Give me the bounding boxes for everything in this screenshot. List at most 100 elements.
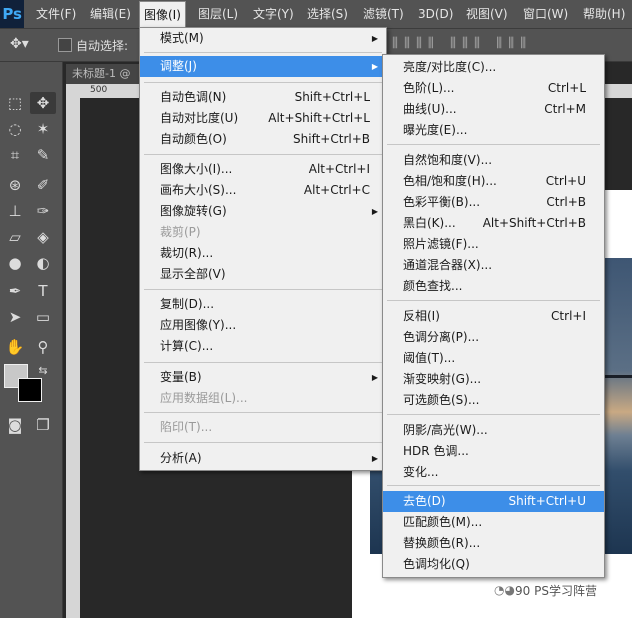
- image-menu-item-label: 裁剪(P): [160, 225, 201, 239]
- adjust-menu-item[interactable]: 反相(I) Ctrl+I: [383, 306, 604, 327]
- magic-wand-icon[interactable]: ✶: [30, 118, 56, 140]
- adjust-menu-item[interactable]: 照片滤镜(F)...: [383, 234, 604, 255]
- image-menu-item[interactable]: 裁切(R)...: [140, 243, 386, 264]
- screen-mode-icon[interactable]: ❐: [30, 414, 56, 436]
- stamp-icon[interactable]: ⊥: [2, 200, 28, 222]
- image-menu-item-label: 应用图像(Y)...: [160, 318, 237, 332]
- adjust-menu-item[interactable]: 替换颜色(R)...: [383, 533, 604, 554]
- healing-icon[interactable]: ⊛: [2, 174, 28, 196]
- adjust-menu-item-label: 渐变映射(G)...: [403, 372, 482, 386]
- adjust-menu-item-shortcut: Shift+Ctrl+U: [508, 494, 586, 508]
- align-icons[interactable]: ⫼⫼⫼⫼⫼ ⫼⫼⫼ ⫼⫼⫼: [380, 36, 532, 51]
- image-menu-item[interactable]: 分析(A) ▶: [140, 448, 386, 469]
- adjust-menu-item[interactable]: 去色(D) Shift+Ctrl+U: [383, 491, 604, 512]
- pen-icon[interactable]: ✒: [2, 280, 28, 302]
- image-menu-item[interactable]: 图像大小(I)... Alt+Ctrl+I: [140, 159, 386, 180]
- image-menu-item[interactable]: 计算(C)...: [140, 336, 386, 357]
- adjust-menu-item[interactable]: 曲线(U)... Ctrl+M: [383, 99, 604, 120]
- lasso-icon[interactable]: ◌: [2, 118, 28, 140]
- menu-file[interactable]: 文件(F): [36, 0, 76, 28]
- adjust-menu-item-label: 匹配颜色(M)...: [403, 515, 483, 529]
- adjust-menu-item[interactable]: 渐变映射(G)...: [383, 369, 604, 390]
- image-menu-item[interactable]: 模式(M) ▶: [140, 28, 386, 49]
- adjust-menu-item[interactable]: 阈值(T)...: [383, 348, 604, 369]
- menu-separator: [144, 442, 382, 443]
- adjust-menu-item-label: 阴影/高光(W)...: [403, 423, 488, 437]
- adjust-menu-item[interactable]: 阴影/高光(W)...: [383, 420, 604, 441]
- crop-icon[interactable]: ⌗: [2, 144, 28, 166]
- adjust-menu-item[interactable]: 变化...: [383, 462, 604, 483]
- rectangle-icon[interactable]: ▭: [30, 306, 56, 328]
- ruler-mark: 500: [90, 85, 108, 95]
- dodge-icon[interactable]: ◐: [30, 252, 56, 274]
- image-menu-item[interactable]: 自动色调(N) Shift+Ctrl+L: [140, 87, 386, 108]
- image-menu-item-label: 复制(D)...: [160, 297, 215, 311]
- menu-edit[interactable]: 编辑(E): [90, 0, 131, 28]
- adjust-menu-item[interactable]: 色调分离(P)...: [383, 327, 604, 348]
- image-menu-item-shortcut: Alt+Ctrl+I: [308, 162, 370, 176]
- image-menu-item[interactable]: 变量(B) ▶: [140, 367, 386, 388]
- adjust-menu-item[interactable]: 颜色查找...: [383, 276, 604, 297]
- adjust-menu-item[interactable]: 色相/饱和度(H)... Ctrl+U: [383, 171, 604, 192]
- menu-view[interactable]: 视图(V): [466, 0, 508, 28]
- menu-type[interactable]: 文字(Y): [253, 0, 294, 28]
- image-menu-item[interactable]: 画布大小(S)... Alt+Ctrl+C: [140, 180, 386, 201]
- adjust-menu-item[interactable]: 通道混合器(X)...: [383, 255, 604, 276]
- image-menu-item[interactable]: 复制(D)...: [140, 294, 386, 315]
- image-menu-item-label: 裁切(R)...: [160, 246, 214, 260]
- type-icon[interactable]: T: [30, 280, 56, 302]
- adjust-menu-item-label: 色彩平衡(B)...: [403, 195, 481, 209]
- adjust-menu-item[interactable]: 色彩平衡(B)... Ctrl+B: [383, 192, 604, 213]
- history-brush-icon[interactable]: ✑: [30, 200, 56, 222]
- image-menu-item: 裁剪(P): [140, 222, 386, 243]
- zoom-icon[interactable]: ⚲: [30, 336, 56, 358]
- document-tab[interactable]: 未标题-1 @: [66, 64, 140, 84]
- adjust-submenu: 亮度/对比度(C)... 色阶(L)... Ctrl+L 曲线(U)... Ctrl+M…: [382, 54, 605, 578]
- menu-window[interactable]: 窗口(W): [523, 0, 568, 28]
- marquee-icon[interactable]: ⬚: [2, 92, 28, 114]
- image-menu-item[interactable]: 图像旋转(G) ▶: [140, 201, 386, 222]
- image-menu: 模式(M) ▶ 调整(J) ▶ 自动色调(N) Shift+Ctrl+L 自动对比度(U) A…: [139, 27, 387, 471]
- adjust-menu-item[interactable]: 色阶(L)... Ctrl+L: [383, 78, 604, 99]
- adjust-menu-item[interactable]: 色调均化(Q): [383, 554, 604, 575]
- menu-help[interactable]: 帮助(H): [583, 0, 625, 28]
- adjust-menu-item[interactable]: HDR 色调...: [383, 441, 604, 462]
- eraser-icon[interactable]: ▱: [2, 226, 28, 248]
- blur-icon[interactable]: ●: [2, 252, 28, 274]
- auto-select-checkbox[interactable]: [58, 38, 72, 52]
- move-icon[interactable]: ✥: [30, 92, 56, 114]
- menu-filter[interactable]: 滤镜(T): [363, 0, 404, 28]
- adjust-menu-item[interactable]: 可选颜色(S)...: [383, 390, 604, 411]
- adjust-menu-item[interactable]: 自然饱和度(V)...: [383, 150, 604, 171]
- image-menu-item-label: 模式(M): [160, 31, 204, 45]
- paint-bucket-icon[interactable]: ◈: [30, 226, 56, 248]
- image-menu-item[interactable]: 自动对比度(U) Alt+Shift+Ctrl+L: [140, 108, 386, 129]
- hand-icon[interactable]: ✋: [2, 336, 28, 358]
- image-menu-item[interactable]: 显示全部(V): [140, 264, 386, 285]
- image-menu-item[interactable]: 自动颜色(O) Shift+Ctrl+B: [140, 129, 386, 150]
- menu-separator: [387, 300, 600, 301]
- menu-image[interactable]: 图像(I): [139, 1, 186, 29]
- adjust-menu-item-shortcut: Ctrl+U: [545, 174, 586, 188]
- swap-colors-icon[interactable]: ⇆: [30, 360, 56, 382]
- adjust-menu-item[interactable]: 匹配颜色(M)...: [383, 512, 604, 533]
- adjust-menu-item[interactable]: 曝光度(E)...: [383, 120, 604, 141]
- move-tool-icon[interactable]: ✥▾: [10, 36, 29, 52]
- adjust-menu-item-label: 颜色查找...: [403, 279, 463, 293]
- brush-icon[interactable]: ✐: [30, 174, 56, 196]
- menu-layer[interactable]: 图层(L): [198, 0, 238, 28]
- quick-mask-icon[interactable]: ◙: [2, 414, 28, 436]
- menu-separator: [144, 412, 382, 413]
- image-menu-item-label: 图像旋转(G): [160, 204, 227, 218]
- eyedropper-icon[interactable]: ✎: [30, 144, 56, 166]
- image-menu-item-label: 变量(B): [160, 370, 202, 384]
- menu-3d[interactable]: 3D(D): [418, 0, 453, 28]
- image-menu-item[interactable]: 调整(J) ▶: [140, 56, 386, 77]
- adjust-menu-item[interactable]: 亮度/对比度(C)...: [383, 57, 604, 78]
- adjust-menu-item-label: 亮度/对比度(C)...: [403, 60, 497, 74]
- adjust-menu-item-label: 变化...: [403, 465, 439, 479]
- image-menu-item[interactable]: 应用图像(Y)...: [140, 315, 386, 336]
- adjust-menu-item[interactable]: 黑白(K)... Alt+Shift+Ctrl+B: [383, 213, 604, 234]
- path-select-icon[interactable]: ➤: [2, 306, 28, 328]
- menu-select[interactable]: 选择(S): [307, 0, 348, 28]
